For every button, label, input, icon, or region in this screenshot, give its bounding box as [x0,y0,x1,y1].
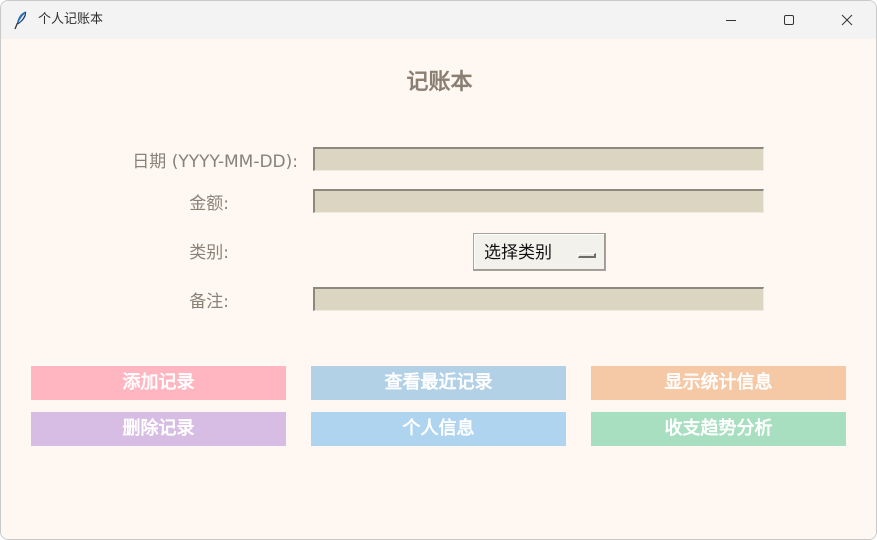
personal-info-button[interactable]: 个人信息 [311,412,566,446]
category-selected-value: 选择类别 [484,243,552,263]
app-window: 个人记账本 记账本 日期 (YYYY-MM-DD): 金额: 类别: 选择类别 [0,0,877,540]
page-title: 记账本 [406,69,473,95]
amount-field[interactable] [313,189,764,213]
date-field[interactable] [313,147,764,171]
trend-analysis-button[interactable]: 收支趋势分析 [591,412,846,446]
delete-record-button[interactable]: 删除记录 [31,412,286,446]
category-dropdown[interactable]: 选择类别 [473,233,606,271]
window-title: 个人记账本 [38,12,104,27]
add-record-button[interactable]: 添加记录 [31,366,286,400]
feather-icon [12,10,30,30]
minimize-button[interactable] [702,1,760,39]
note-label: 备注: [189,292,229,312]
category-label: 类别: [189,243,229,263]
option-menu-indicator-icon [578,253,596,258]
date-label: 日期 (YYYY-MM-DD): [132,152,298,172]
view-recent-records-button[interactable]: 查看最近记录 [311,366,566,400]
maximize-button[interactable] [760,1,818,39]
maximize-icon [784,15,794,25]
note-field[interactable] [313,287,764,311]
amount-label: 金额: [189,194,229,214]
client-area: 记账本 日期 (YYYY-MM-DD): 金额: 类别: 选择类别 备注: 添加… [1,39,876,539]
title-bar[interactable]: 个人记账本 [1,1,876,39]
show-statistics-button[interactable]: 显示统计信息 [591,366,846,400]
close-button[interactable] [818,1,876,39]
close-icon [841,14,853,26]
minimize-icon [726,20,736,21]
